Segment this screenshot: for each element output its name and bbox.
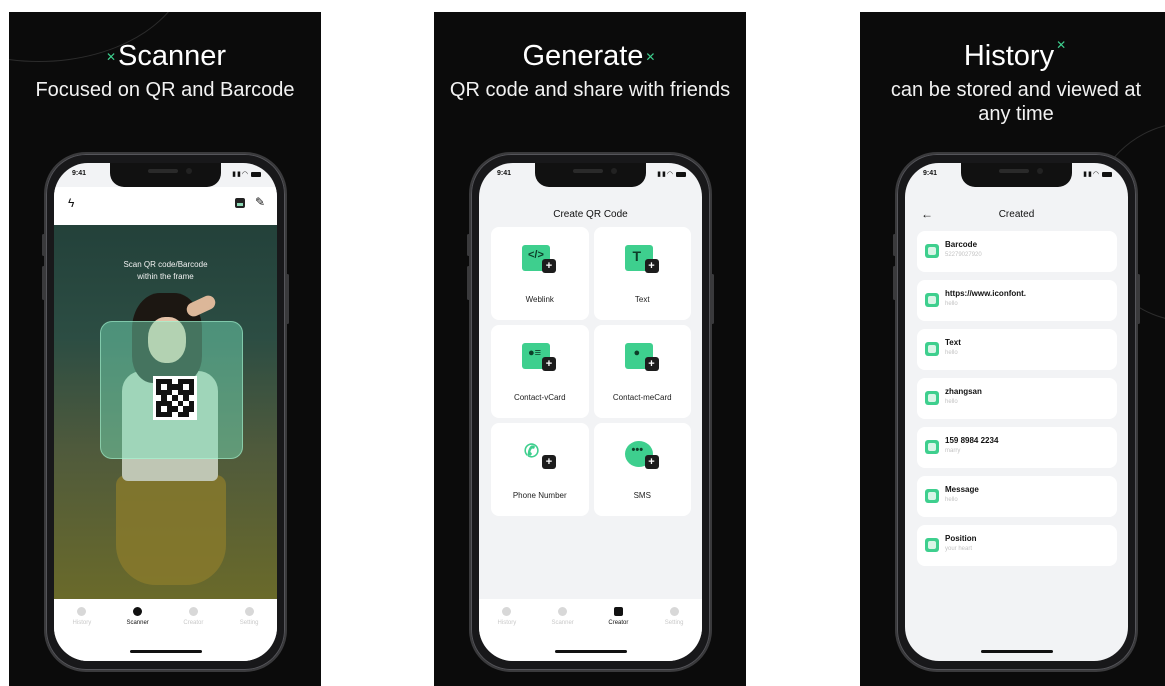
battery-icon [1102, 171, 1112, 177]
signal-icon: ▮▮ [657, 171, 667, 178]
sparkle-icon: ✕ [1056, 38, 1067, 52]
flash-icon[interactable]: ϟ [68, 196, 74, 210]
phone-mockup: 9:41 ▮▮◠ ← Created Barcode 52279027920 h… [893, 152, 1140, 672]
home-indicator [130, 650, 202, 653]
home-indicator [555, 650, 627, 653]
create-weblink-card[interactable]: </> + Weblink [491, 227, 589, 320]
status-icons: ▮▮◠ [232, 170, 261, 178]
gallery-icon[interactable] [235, 198, 245, 208]
phone-icon [925, 440, 939, 454]
sms-icon: ••• + [624, 437, 661, 473]
panel-headline: History ✕ [963, 38, 1067, 72]
create-text-card[interactable]: T + Text [593, 227, 691, 320]
screen-title: Create QR Code [553, 209, 628, 220]
create-vcard-card[interactable]: ●≡ + Contact-vCard [491, 325, 589, 418]
phone-screen: 9:41 ▮▮◠ ← Created Barcode 52279027920 h… [905, 163, 1128, 661]
history-item[interactable]: zhangsan hello [917, 378, 1117, 419]
scan-frame [100, 321, 243, 459]
tab-setting[interactable]: Setting [652, 607, 696, 661]
link-icon [925, 293, 939, 307]
phone-screen: 9:41 ▮▮◠ ϟ ✎ Scan QR code/Barcode within… [54, 163, 277, 661]
status-time: 9:41 [72, 170, 87, 177]
home-indicator [981, 650, 1053, 653]
status-time: 9:41 [923, 170, 938, 177]
scan-hint: Scan QR code/Barcode within the frame [123, 260, 208, 281]
history-item[interactable]: https://www.iconfont. hello [917, 280, 1117, 321]
tab-history[interactable]: History [485, 607, 529, 661]
wifi-icon: ◠ [666, 171, 674, 178]
history-icon [502, 607, 512, 616]
phone-notch [110, 163, 221, 187]
message-icon [925, 489, 939, 503]
sparkle-icon: ✕ [645, 50, 656, 65]
signal-icon: ▮▮ [232, 171, 242, 178]
creator-icon [188, 607, 198, 616]
scanner-promo-panel: ✕Scanner Focused on QR and Barcode 9:41 … [9, 12, 321, 686]
text-icon: T + [624, 241, 661, 277]
scanner-icon [558, 607, 568, 616]
status-time: 9:41 [497, 170, 512, 177]
phone-screen: 9:41 ▮▮◠ Create QR Code </> + Weblink T + … [479, 163, 702, 661]
text-icon [925, 342, 939, 356]
history-item[interactable]: Barcode 52279027920 [917, 231, 1117, 272]
phone-mockup: 9:41 ▮▮◠ Create QR Code </> + Weblink T + … [467, 152, 714, 672]
panel-subline: Focused on QR and Barcode [35, 79, 295, 101]
edit-icon[interactable]: ✎ [255, 195, 265, 209]
panel-headline: ✕Scanner [105, 40, 227, 72]
panel-subline: QR code and share with friends [449, 79, 731, 101]
create-mecard-card[interactable]: ● + Contact-meCard [593, 325, 691, 418]
generate-promo-panel: Generate ✕ QR code and share with friends… [434, 12, 746, 686]
setting-icon [669, 607, 679, 616]
battery-icon [676, 171, 686, 177]
history-item[interactable]: Text hello [917, 329, 1117, 370]
screen-title: Created [998, 209, 1035, 220]
signal-icon: ▮▮ [1083, 171, 1093, 178]
phone-notch [961, 163, 1072, 187]
setting-icon [244, 607, 254, 616]
vcard-icon: ●≡ + [522, 339, 558, 375]
camera-viewfinder[interactable]: Scan QR code/Barcode within the frame [54, 225, 277, 599]
panel-headline: Generate ✕ [522, 40, 656, 72]
history-item[interactable]: Message hello [917, 476, 1117, 517]
create-phone-card[interactable]: ✆ + Phone Number [491, 423, 589, 516]
tab-history[interactable]: History [60, 607, 104, 661]
battery-icon [251, 171, 261, 177]
create-options-grid: </> + Weblink T + Text ●≡ + Contact-vCard ●… [491, 227, 691, 516]
scanner-icon [133, 607, 143, 616]
wifi-icon: ◠ [1092, 171, 1100, 178]
status-icons: ▮▮◠ [657, 170, 686, 178]
barcode-icon [925, 244, 939, 258]
create-sms-card[interactable]: ••• + SMS [593, 423, 691, 516]
scanner-toolbar: ϟ ✎ [54, 187, 277, 225]
panel-subline: can be stored and viewed at any time [890, 79, 1142, 125]
wifi-icon: ◠ [241, 171, 249, 178]
sparkle-icon: ✕ [105, 50, 117, 65]
tab-setting[interactable]: Setting [227, 607, 271, 661]
phone-icon: ✆ + [522, 437, 558, 473]
history-promo-panel: History ✕ can be stored and viewed at any… [860, 12, 1165, 686]
location-icon [925, 538, 939, 552]
history-item[interactable]: Position your heart [917, 525, 1117, 566]
phone-notch [535, 163, 646, 187]
history-icon [77, 607, 87, 616]
status-icons: ▮▮◠ [1083, 170, 1112, 178]
qr-code-image [153, 376, 197, 420]
phone-mockup: 9:41 ▮▮◠ ϟ ✎ Scan QR code/Barcode within… [42, 152, 289, 672]
contact-card-icon [925, 391, 939, 405]
history-item[interactable]: 159 8984 2234 marry [917, 427, 1117, 468]
weblink-icon: </> + [522, 241, 558, 277]
mecard-icon: ● + [624, 339, 661, 375]
creator-icon [613, 607, 623, 616]
history-list: Barcode 52279027920 https://www.iconfont… [917, 231, 1117, 574]
